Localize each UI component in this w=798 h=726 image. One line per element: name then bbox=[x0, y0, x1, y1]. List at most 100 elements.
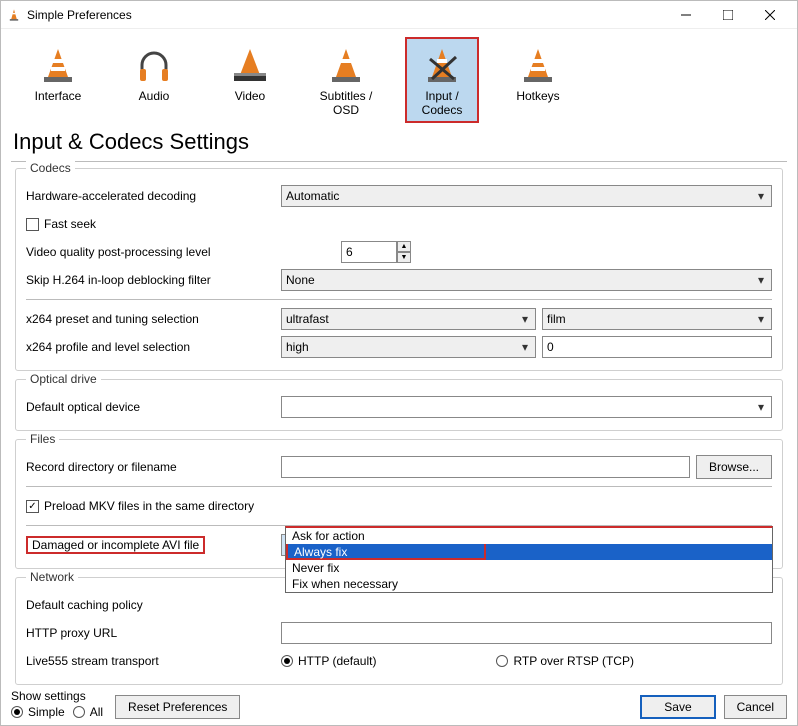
preload-mkv-checkbox[interactable]: ✓ Preload MKV files in the same director… bbox=[26, 499, 254, 513]
group-title: Codecs bbox=[26, 161, 75, 175]
tab-audio[interactable]: Audio bbox=[117, 37, 191, 123]
avi-dropdown-list[interactable]: Ask for action Always fix Never fix Fix … bbox=[285, 526, 773, 593]
select-value: high bbox=[286, 340, 309, 354]
skip-deblock-label: Skip H.264 in-loop deblocking filter bbox=[26, 273, 281, 287]
preload-mkv-label: Preload MKV files in the same directory bbox=[44, 499, 254, 513]
chevron-down-icon: ▾ bbox=[755, 400, 767, 414]
app-icon bbox=[7, 8, 21, 22]
live555-http-radio[interactable]: HTTP (default) bbox=[281, 654, 376, 668]
divider bbox=[11, 161, 787, 162]
show-all-radio[interactable]: All bbox=[73, 705, 103, 719]
show-simple-radio[interactable]: Simple bbox=[11, 705, 65, 719]
tab-video[interactable]: Video bbox=[213, 37, 287, 123]
select-value: Automatic bbox=[286, 189, 339, 203]
group-optical: Optical drive Default optical device ▾ bbox=[15, 379, 783, 431]
divider bbox=[26, 299, 772, 300]
option-label: Always fix bbox=[294, 545, 347, 559]
minimize-button[interactable] bbox=[665, 2, 707, 28]
tab-hotkeys[interactable]: Hotkeys bbox=[501, 37, 575, 123]
cone-icon bbox=[516, 45, 560, 85]
spinner-down-icon[interactable]: ▼ bbox=[397, 252, 411, 263]
browse-button[interactable]: Browse... bbox=[696, 455, 772, 479]
reset-button[interactable]: Reset Preferences bbox=[115, 695, 240, 719]
fast-seek-label: Fast seek bbox=[44, 217, 96, 231]
x264-profile-label: x264 profile and level selection bbox=[26, 340, 281, 354]
option-label: Fix when necessary bbox=[292, 577, 398, 591]
reset-label: Reset Preferences bbox=[128, 700, 227, 714]
tab-interface[interactable]: Interface bbox=[21, 37, 95, 123]
option-label: Ask for action bbox=[292, 529, 365, 543]
show-settings: Show settings Simple All bbox=[11, 689, 103, 719]
live555-rtp-label: RTP over RTSP (TCP) bbox=[513, 654, 633, 668]
x264-tune-select[interactable]: film ▾ bbox=[542, 308, 772, 330]
x264-preset-label: x264 preset and tuning selection bbox=[26, 312, 281, 326]
all-label: All bbox=[90, 705, 103, 719]
x264-level-input[interactable]: 0 bbox=[542, 336, 772, 358]
avi-option[interactable]: Ask for action bbox=[286, 528, 772, 544]
cancel-button[interactable]: Cancel bbox=[724, 695, 787, 719]
proxy-input[interactable] bbox=[281, 622, 772, 644]
pp-level-label: Video quality post-processing level bbox=[26, 245, 281, 259]
live555-rtp-radio[interactable]: RTP over RTSP (TCP) bbox=[496, 654, 633, 668]
avi-option[interactable]: Fix when necessary bbox=[286, 576, 772, 592]
radio-icon bbox=[73, 706, 85, 718]
save-button[interactable]: Save bbox=[640, 695, 715, 719]
record-dir-input[interactable] bbox=[281, 456, 690, 478]
checkbox-icon: ✓ bbox=[26, 500, 39, 513]
page-title: Input & Codecs Settings bbox=[1, 127, 797, 161]
tab-label: Hotkeys bbox=[516, 89, 559, 103]
avi-option-selected[interactable]: Always fix bbox=[286, 544, 486, 560]
group-title: Files bbox=[26, 432, 59, 446]
headphones-icon bbox=[132, 45, 176, 85]
x264-profile-select[interactable]: high ▾ bbox=[281, 336, 536, 358]
cancel-label: Cancel bbox=[737, 700, 774, 714]
pp-level-spinner[interactable]: 6 ▲▼ bbox=[341, 241, 411, 263]
hw-decoding-select[interactable]: Automatic ▾ bbox=[281, 185, 772, 207]
avi-option-selected-fill bbox=[486, 544, 772, 560]
skip-deblock-select[interactable]: None ▾ bbox=[281, 269, 772, 291]
optical-device-select[interactable]: ▾ bbox=[281, 396, 772, 418]
maximize-button[interactable] bbox=[707, 2, 749, 28]
group-title: Optical drive bbox=[26, 372, 101, 386]
spinner-up-icon[interactable]: ▲ bbox=[397, 241, 411, 252]
live555-http-label: HTTP (default) bbox=[298, 654, 376, 668]
input-value: 0 bbox=[547, 340, 554, 354]
hw-decoding-label: Hardware-accelerated decoding bbox=[26, 189, 281, 203]
chevron-down-icon: ▾ bbox=[519, 340, 531, 354]
window-title: Simple Preferences bbox=[27, 8, 665, 22]
close-button[interactable] bbox=[749, 2, 791, 28]
cone-icon bbox=[324, 45, 368, 85]
tab-label: Video bbox=[235, 89, 265, 103]
proxy-label: HTTP proxy URL bbox=[26, 626, 281, 640]
optical-device-label: Default optical device bbox=[26, 400, 281, 414]
show-settings-label: Show settings bbox=[11, 689, 103, 703]
save-label: Save bbox=[664, 700, 691, 714]
fast-seek-checkbox[interactable]: Fast seek bbox=[26, 217, 96, 231]
group-title: Network bbox=[26, 570, 78, 584]
avi-option[interactable]: Never fix bbox=[286, 560, 772, 576]
tab-label: Input / Codecs bbox=[411, 89, 473, 117]
tab-label: Audio bbox=[139, 89, 170, 103]
pp-level-value[interactable]: 6 bbox=[341, 241, 397, 263]
footer: Show settings Simple All Reset Preferenc… bbox=[11, 689, 787, 719]
clapper-icon bbox=[228, 45, 272, 85]
chevron-down-icon: ▾ bbox=[519, 312, 531, 326]
select-value: film bbox=[547, 312, 566, 326]
chevron-down-icon: ▾ bbox=[755, 273, 767, 287]
cone-tools-icon bbox=[420, 45, 464, 85]
select-value: ultrafast bbox=[286, 312, 329, 326]
simple-label: Simple bbox=[28, 705, 65, 719]
live555-label: Live555 stream transport bbox=[26, 654, 281, 668]
chevron-down-icon: ▾ bbox=[755, 189, 767, 203]
option-label: Never fix bbox=[292, 561, 339, 575]
tab-input-codecs[interactable]: Input / Codecs bbox=[405, 37, 479, 123]
tab-subtitles[interactable]: Subtitles / OSD bbox=[309, 37, 383, 123]
x264-preset-select[interactable]: ultrafast ▾ bbox=[281, 308, 536, 330]
avi-label: Damaged or incomplete AVI file bbox=[32, 538, 199, 552]
radio-icon bbox=[496, 655, 508, 667]
tab-label: Subtitles / OSD bbox=[315, 89, 377, 117]
tab-label: Interface bbox=[35, 89, 82, 103]
category-tabs: Interface Audio Video Subtitles / OSD In… bbox=[1, 29, 797, 127]
browse-label: Browse... bbox=[709, 460, 759, 474]
radio-icon bbox=[11, 706, 23, 718]
